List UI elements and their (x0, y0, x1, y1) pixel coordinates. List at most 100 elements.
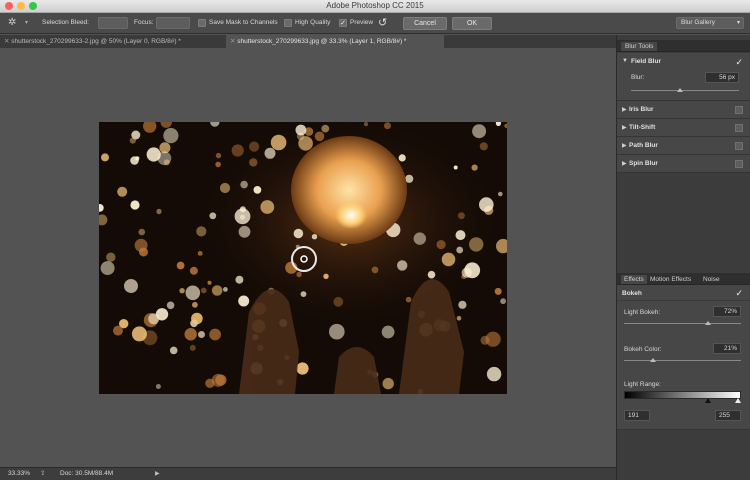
expand-triangle-icon[interactable]: ▶ (622, 142, 627, 149)
spin-blur-label: Spin Blur (629, 160, 658, 167)
document-tabs: ✕ shutterstock_270299633-2.jpg @ 50% (La… (0, 35, 616, 48)
tab-motion-effects[interactable]: Motion Effects (650, 276, 691, 283)
bokeh-light (371, 266, 379, 274)
right-panel: Blur Tools ▼ Field Blur ✓ Blur: 56 px ▶ … (616, 35, 750, 480)
bokeh-light (207, 280, 212, 285)
spin-blur-checkbox[interactable] (735, 160, 743, 168)
high-quality-label: High Quality (295, 19, 331, 26)
expand-triangle-icon[interactable]: ▶ (622, 160, 627, 167)
light-range-low-field[interactable]: 191 (624, 410, 650, 421)
bokeh-light (231, 144, 244, 157)
bokeh-light (264, 147, 276, 159)
bokeh-checkbox[interactable]: ✓ (735, 288, 743, 299)
focus-field[interactable] (156, 17, 190, 29)
status-bar: 33.33% ⇪ Doc: 30.5M/88.4M ▶ (0, 467, 616, 480)
bokeh-color-slider-thumb[interactable] (650, 358, 656, 362)
selection-bleed-field[interactable] (98, 17, 128, 29)
expand-triangle-icon[interactable]: ▶ (622, 106, 627, 113)
bokeh-light (113, 325, 123, 336)
bokeh-light (130, 200, 140, 210)
bokeh-light (295, 124, 307, 136)
path-blur-checkbox[interactable] (735, 142, 743, 150)
light-range-low-thumb[interactable] (705, 398, 711, 403)
bokeh-light (100, 261, 115, 276)
bokeh-color-label: Bokeh Color: (624, 346, 662, 353)
tab-effects[interactable]: Effects (621, 275, 647, 284)
ok-button[interactable]: OK (452, 17, 492, 30)
save-mask-checkbox[interactable] (198, 19, 206, 27)
bokeh-light (323, 273, 329, 279)
doc-info: Doc: 30.5M/88.4M (60, 470, 114, 477)
expand-triangle-icon[interactable]: ▼ (622, 58, 628, 64)
light-range-high-field[interactable]: 255 (715, 410, 741, 421)
focus-label: Focus: (134, 19, 154, 26)
field-blur-section: ▼ Field Blur ✓ Blur: 56 px (617, 53, 750, 101)
bokeh-light (106, 252, 116, 262)
bokeh-light (249, 158, 258, 167)
iris-blur-row[interactable]: ▶ Iris Blur (617, 101, 750, 119)
iris-blur-checkbox[interactable] (735, 106, 743, 114)
reset-icon[interactable]: ↺ (378, 16, 387, 29)
tilt-shift-checkbox[interactable] (735, 124, 743, 132)
options-bar: ✲ ▾ Selection Bleed: Focus: Save Mask to… (0, 13, 750, 34)
light-range-gradient[interactable] (624, 391, 741, 399)
bokeh-light (471, 164, 478, 171)
bokeh-light (397, 260, 408, 271)
light-bokeh-slider-thumb[interactable] (705, 321, 711, 325)
blur-value-field[interactable]: 56 px (705, 72, 739, 83)
bokeh-light (296, 362, 309, 375)
bokeh-light (384, 122, 391, 130)
bokeh-light (381, 325, 395, 339)
bokeh-light (427, 270, 436, 279)
workspace-select[interactable]: Blur Gallery ▾ (676, 17, 744, 29)
high-quality-checkbox[interactable] (284, 19, 292, 27)
light-bokeh-value-field[interactable]: 72% (713, 306, 741, 317)
effects-panel: Bokeh ✓ Light Bokeh: 72% Bokeh Color: 21… (617, 285, 750, 430)
preview-checkbox[interactable]: ✓ (339, 19, 347, 27)
bokeh-light (469, 237, 484, 252)
light-bokeh-label: Light Bokeh: (624, 309, 661, 316)
bokeh-color-slider-track[interactable] (624, 360, 741, 361)
bokeh-light (240, 180, 248, 189)
bokeh-light (215, 152, 222, 159)
path-blur-row[interactable]: ▶ Path Blur (617, 137, 750, 155)
tool-preset-dropdown-icon[interactable]: ▾ (25, 19, 28, 26)
cancel-button[interactable]: Cancel (403, 17, 447, 30)
bokeh-light (456, 246, 464, 254)
bokeh-light (117, 186, 128, 197)
tab-blur-tools[interactable]: Blur Tools (621, 42, 658, 51)
spin-blur-row[interactable]: ▶ Spin Blur (617, 155, 750, 173)
field-blur-checkbox[interactable]: ✓ (735, 57, 743, 68)
bokeh-light (124, 279, 138, 293)
share-icon[interactable]: ⇪ (40, 468, 45, 480)
bokeh-light (413, 232, 426, 245)
status-menu-icon[interactable]: ▶ (155, 468, 160, 480)
bokeh-light (148, 313, 160, 325)
bokeh-color-value-field[interactable]: 21% (713, 343, 741, 354)
bokeh-light (405, 296, 412, 303)
light-bokeh-slider-track[interactable] (624, 323, 741, 324)
pin-tool-icon[interactable]: ✲ (8, 17, 16, 28)
blur-slider-thumb[interactable] (677, 88, 683, 92)
tab-document-2[interactable]: ✕ shutterstock_270299633.jpg @ 33.3% (La… (226, 35, 444, 48)
light-range-label: Light Range: (624, 381, 661, 388)
document-image[interactable] (99, 122, 507, 394)
blur-slider-track[interactable] (631, 90, 739, 91)
bokeh-light (157, 151, 172, 166)
zoom-level[interactable]: 33.33% (8, 468, 30, 480)
tab-noise[interactable]: Noise (703, 276, 720, 283)
light-range-high-thumb[interactable] (735, 398, 741, 403)
expand-triangle-icon[interactable]: ▶ (622, 124, 627, 131)
bokeh-light (191, 312, 203, 325)
bokeh-light (176, 261, 185, 270)
bokeh-light (129, 137, 136, 144)
tab-document-1[interactable]: ✕ shutterstock_270299633-2.jpg @ 50% (La… (0, 35, 226, 48)
tab-label: shutterstock_270299633-2.jpg @ 50% (Laye… (11, 38, 181, 45)
tilt-shift-row[interactable]: ▶ Tilt-Shift (617, 119, 750, 137)
bokeh-light (192, 301, 198, 308)
bokeh-light (155, 384, 161, 389)
bokeh-light (215, 161, 221, 168)
bokeh-light (311, 234, 318, 240)
bokeh-light (296, 271, 302, 278)
chevron-down-icon: ▾ (736, 20, 740, 26)
